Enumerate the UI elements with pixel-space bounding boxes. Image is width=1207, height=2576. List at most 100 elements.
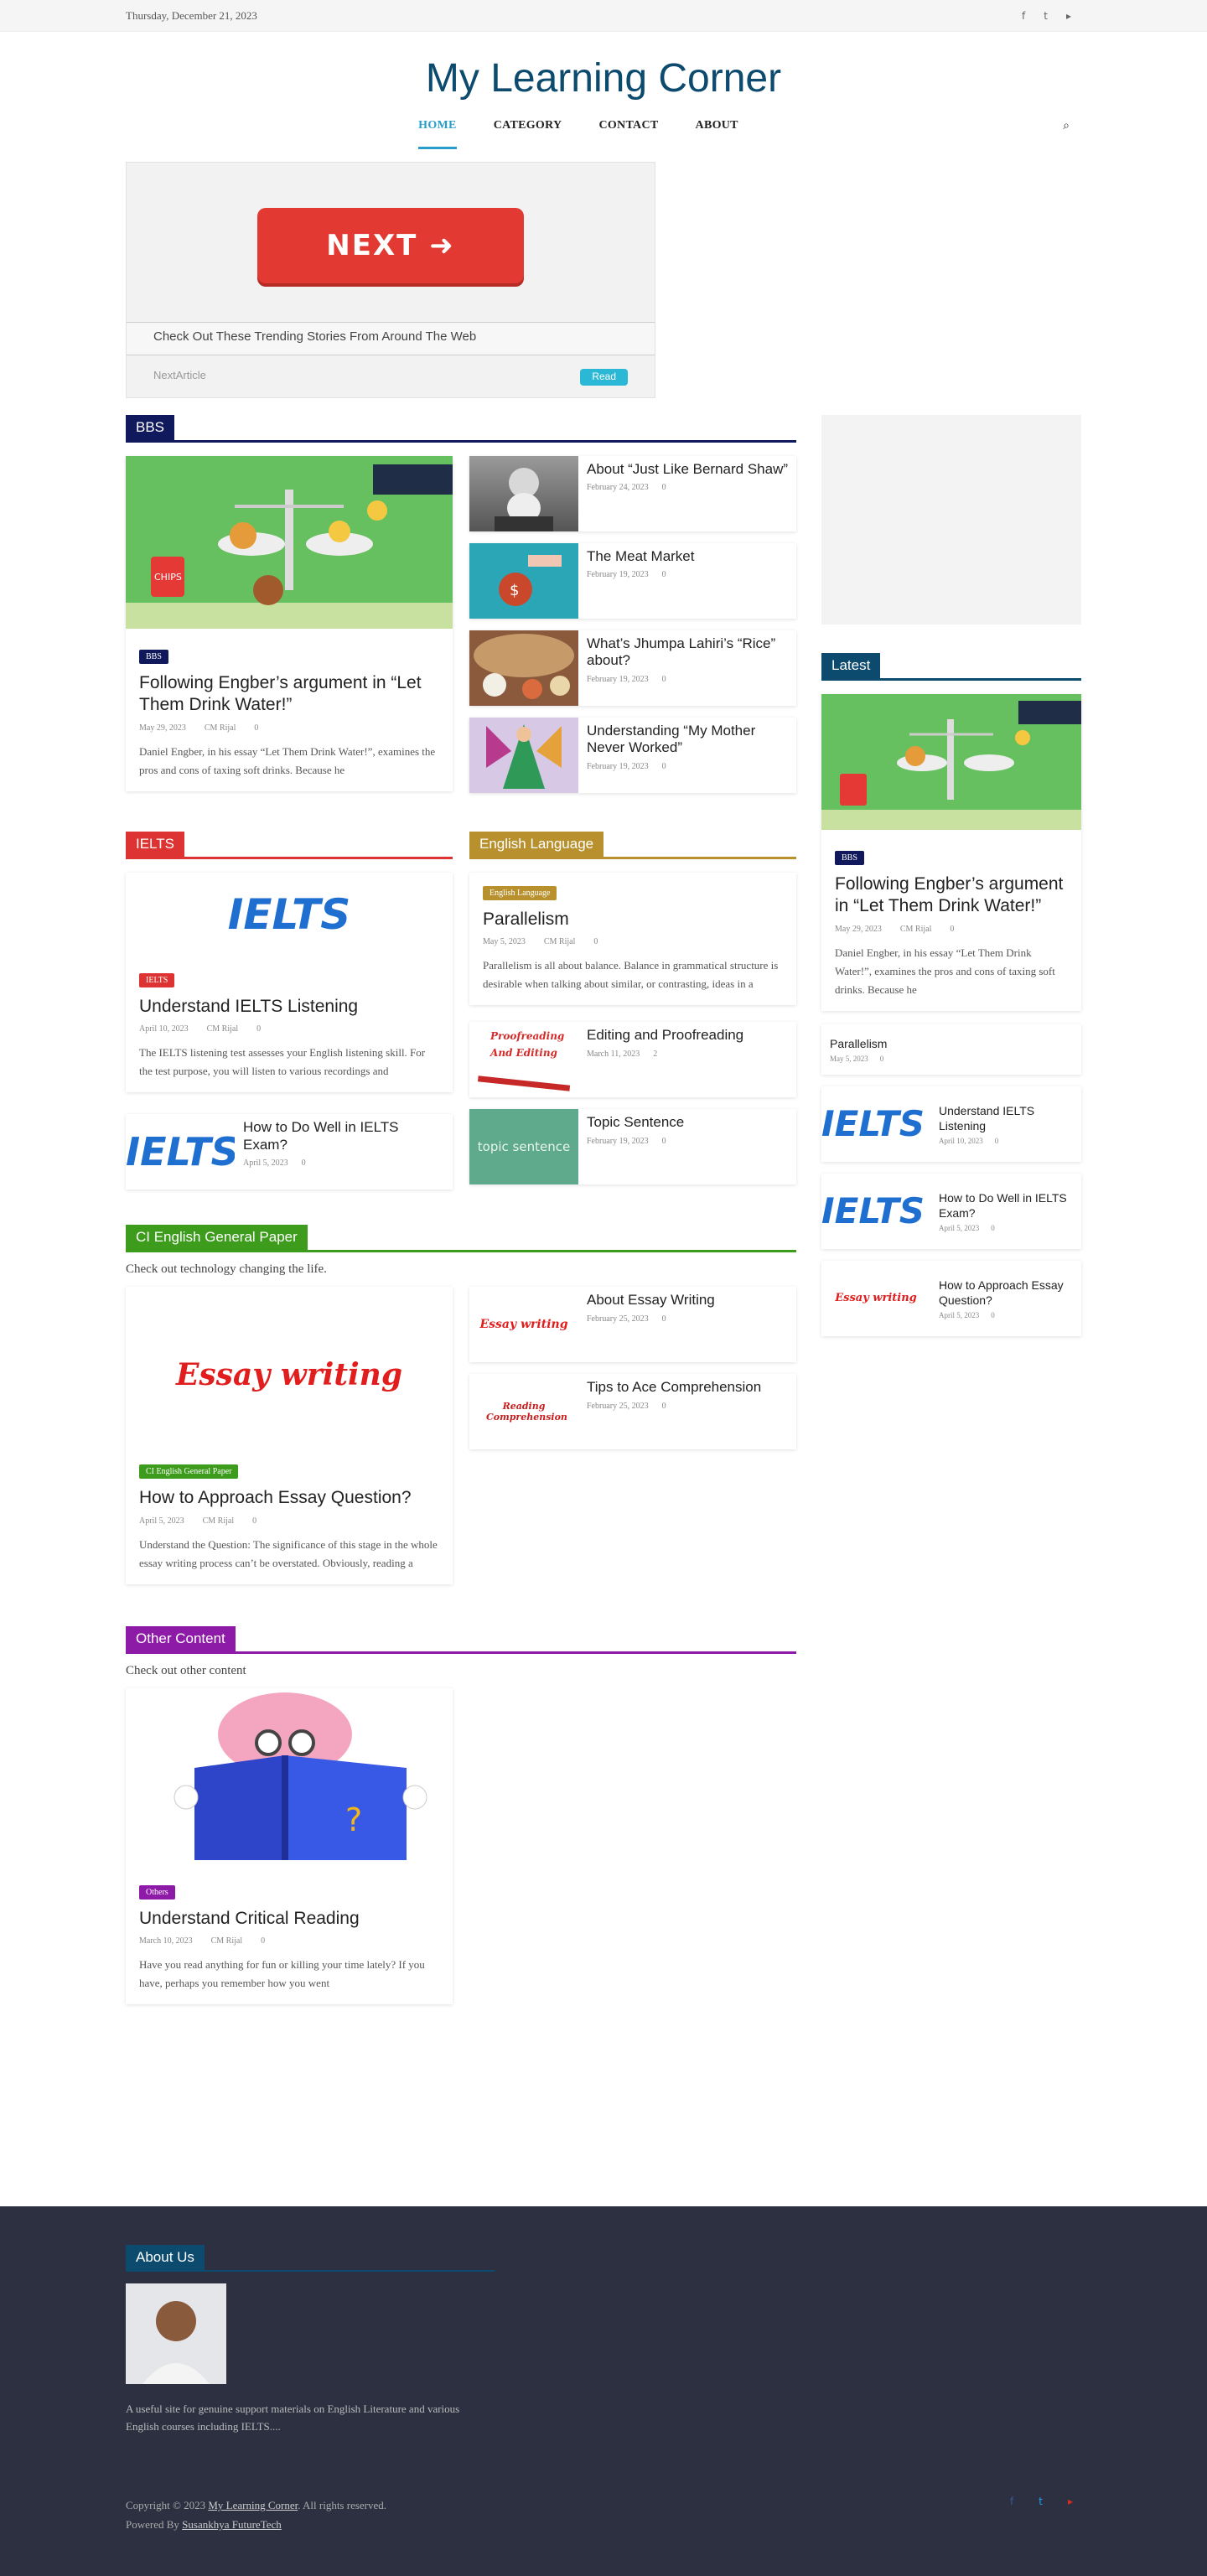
post-title[interactable]: Following Engber’s argument in “Let Them… xyxy=(835,873,1068,918)
post-title[interactable]: Understand Critical Reading xyxy=(139,1908,439,1930)
list-item[interactable]: About “Just Like Bernard Shaw” February 2… xyxy=(469,456,796,531)
list-item[interactable]: IELTS How to Do Well in IELTS Exam? April… xyxy=(126,1114,453,1190)
post-title[interactable]: Understand IELTS Listening xyxy=(939,1103,1073,1133)
post-title[interactable]: About Essay Writing xyxy=(587,1292,715,1309)
post-date[interactable]: April 10, 2023 xyxy=(139,1024,189,1034)
post-comments[interactable]: 0 xyxy=(256,1024,261,1034)
post-date[interactable]: April 10, 2023 xyxy=(939,1137,983,1145)
post-author[interactable]: CM Rijal xyxy=(544,937,576,946)
list-item[interactable]: $ The Meat Market February 19, 2023 0 xyxy=(469,543,796,619)
search-icon[interactable]: ⌕ xyxy=(1063,119,1070,132)
list-item[interactable]: Essay writing About Essay Writing Februar… xyxy=(469,1287,796,1363)
list-item[interactable]: Understanding “My Mother Never Worked” Fe… xyxy=(469,718,796,793)
post-date[interactable]: February 25, 2023 xyxy=(587,1402,649,1411)
post-date[interactable]: March 10, 2023 xyxy=(139,1936,193,1946)
youtube-icon[interactable]: ▸ xyxy=(1068,2496,1073,2507)
post-date[interactable]: April 5, 2023 xyxy=(139,1516,184,1526)
post-comments[interactable]: 0 xyxy=(254,723,258,733)
post-date[interactable]: May 29, 2023 xyxy=(139,723,186,733)
list-item[interactable]: IELTS How to Do Well in IELTS Exam? April… xyxy=(821,1173,1081,1249)
list-item[interactable]: Proofreading And Editing Editing and Pro… xyxy=(469,1022,796,1098)
featured-post-other[interactable]: ? Others Understand Critical Reading Mar… xyxy=(126,1687,453,2005)
featured-post-english[interactable]: English Language Parallelism May 5, 2023… xyxy=(469,873,796,1006)
post-date[interactable]: April 5, 2023 xyxy=(939,1224,979,1232)
post-comments[interactable]: 0 xyxy=(662,483,666,492)
section-title[interactable]: CI English General Paper xyxy=(126,1225,308,1252)
post-title[interactable]: Topic Sentence xyxy=(587,1114,684,1131)
post-author[interactable]: CM Rijal xyxy=(205,723,236,733)
post-comments[interactable]: 0 xyxy=(593,937,598,946)
post-comments[interactable]: 0 xyxy=(252,1516,256,1526)
post-author[interactable]: CM Rijal xyxy=(203,1516,235,1526)
post-date[interactable]: February 19, 2023 xyxy=(587,1137,649,1146)
post-date[interactable]: February 19, 2023 xyxy=(587,675,649,684)
list-item[interactable]: topic sentence Topic Sentence February 19… xyxy=(469,1109,796,1185)
facebook-icon[interactable]: f xyxy=(1010,2496,1013,2507)
next-ad-button[interactable]: NEXT ➜ xyxy=(257,208,524,283)
post-title[interactable]: Parallelism xyxy=(830,1036,887,1051)
post-date[interactable]: May 5, 2023 xyxy=(483,937,526,946)
post-title[interactable]: Understanding “My Mother Never Worked” xyxy=(587,723,788,757)
post-date[interactable]: May 29, 2023 xyxy=(835,925,882,934)
list-item[interactable]: IELTS Understand IELTS Listening April 10… xyxy=(821,1086,1081,1162)
list-item[interactable]: Reading Comprehension Tips to Ace Compre… xyxy=(469,1374,796,1450)
section-title[interactable]: Other Content xyxy=(126,1625,236,1653)
post-title[interactable]: Parallelism xyxy=(483,909,783,930)
nav-contact[interactable]: CONTACT xyxy=(598,119,658,149)
post-title[interactable]: What’s Jhumpa Lahiri’s “Rice” about? xyxy=(587,635,788,670)
post-comments[interactable]: 0 xyxy=(662,570,666,579)
post-comments[interactable]: 0 xyxy=(991,1311,995,1319)
post-date[interactable]: April 5, 2023 xyxy=(243,1158,288,1168)
post-title[interactable]: Following Engber’s argument in “Let Them… xyxy=(139,672,439,717)
category-badge[interactable]: English Language xyxy=(483,886,557,900)
twitter-icon[interactable]: t xyxy=(1039,2496,1043,2507)
nav-about[interactable]: ABOUT xyxy=(696,119,738,149)
post-author[interactable]: CM Rijal xyxy=(207,1024,239,1034)
site-title[interactable]: My Learning Corner xyxy=(126,55,1081,107)
post-comments[interactable]: 0 xyxy=(662,1314,666,1324)
post-date[interactable]: May 5, 2023 xyxy=(830,1055,868,1063)
post-date[interactable]: February 25, 2023 xyxy=(587,1314,649,1324)
post-comments[interactable]: 0 xyxy=(662,762,666,771)
post-title[interactable]: How to Do Well in IELTS Exam? xyxy=(939,1190,1073,1221)
post-comments[interactable]: 0 xyxy=(880,1055,884,1063)
section-title[interactable]: IELTS xyxy=(126,832,184,858)
post-comments[interactable]: 0 xyxy=(662,1137,666,1146)
post-date[interactable]: April 5, 2023 xyxy=(939,1311,979,1319)
post-comments[interactable]: 0 xyxy=(662,1402,666,1411)
post-comments[interactable]: 0 xyxy=(995,1137,999,1145)
section-title[interactable]: BBS xyxy=(126,415,175,442)
ad-read-button[interactable]: Read xyxy=(580,369,628,386)
facebook-icon[interactable]: f xyxy=(1022,10,1025,22)
post-title[interactable]: About “Just Like Bernard Shaw” xyxy=(587,461,788,478)
post-title[interactable]: The Meat Market xyxy=(587,548,695,565)
category-badge[interactable]: IELTS xyxy=(139,973,175,987)
powered-by-link[interactable]: Susankhya FutureTech xyxy=(182,2518,282,2531)
post-comments[interactable]: 0 xyxy=(302,1158,306,1168)
category-badge[interactable]: BBS xyxy=(139,650,168,664)
list-item[interactable]: Essay writing How to Approach Essay Ques… xyxy=(821,1260,1081,1336)
ad-headline[interactable]: Check Out These Trending Stories From Ar… xyxy=(127,322,655,355)
post-date[interactable]: February 19, 2023 xyxy=(587,570,649,579)
post-title[interactable]: How to Approach Essay Question? xyxy=(139,1487,439,1509)
section-title[interactable]: Latest xyxy=(821,653,881,680)
youtube-icon[interactable]: ▸ xyxy=(1066,10,1071,22)
twitter-icon[interactable]: t xyxy=(1044,10,1048,22)
nav-home[interactable]: HOME xyxy=(418,119,457,149)
category-badge[interactable]: BBS xyxy=(835,851,864,865)
post-comments[interactable]: 0 xyxy=(991,1224,995,1232)
post-date[interactable]: March 11, 2023 xyxy=(587,1050,640,1059)
list-item[interactable]: What’s Jhumpa Lahiri’s “Rice” about? Febr… xyxy=(469,630,796,706)
category-badge[interactable]: CI English General Paper xyxy=(139,1464,239,1480)
post-comments[interactable]: 0 xyxy=(950,925,954,934)
list-item[interactable]: Parallelism May 5, 2023 0 xyxy=(821,1024,1081,1075)
post-title[interactable]: Editing and Proofreading xyxy=(587,1027,743,1044)
featured-post-ci[interactable]: Essay writing CI English General Paper H… xyxy=(126,1287,453,1584)
post-date[interactable]: February 19, 2023 xyxy=(587,762,649,771)
post-comments[interactable]: 0 xyxy=(662,675,666,684)
featured-post-bbs[interactable]: CHIPS BBS Following Engber’s argument in… xyxy=(126,456,453,791)
post-author[interactable]: CM Rijal xyxy=(211,1936,243,1946)
post-title[interactable]: How to Do Well in IELTS Exam? xyxy=(243,1119,444,1153)
post-title[interactable]: Understand IELTS Listening xyxy=(139,996,439,1018)
nav-category[interactable]: CATEGORY xyxy=(494,119,562,149)
